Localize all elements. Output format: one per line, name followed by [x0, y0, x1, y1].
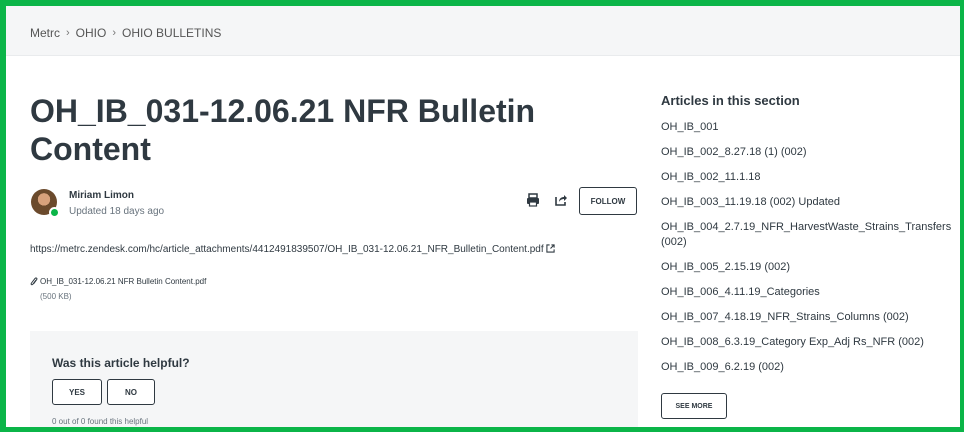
related-article-link[interactable]: OH_IB_001	[661, 120, 956, 135]
related-article-link[interactable]: OH_IB_003_11.19.18 (002) Updated	[661, 195, 956, 210]
related-article-link[interactable]: OH_IB_002_11.1.18	[661, 170, 956, 185]
related-article-link[interactable]: OH_IB_007_4.18.19_NFR_Strains_Columns (0…	[661, 310, 956, 325]
related-article-link[interactable]: OH_IB_004_2.7.19_NFR_HarvestWaste_Strain…	[661, 220, 956, 250]
related-articles-list: OH_IB_001 OH_IB_002_8.27.18 (1) (002) OH…	[661, 120, 956, 385]
no-button[interactable]: NO	[107, 379, 155, 405]
breadcrumb-item-metrc[interactable]: Metrc	[30, 26, 60, 40]
breadcrumb-item-ohio-bulletins[interactable]: OHIO BULLETINS	[122, 26, 221, 40]
author-name[interactable]: Miriam Limon	[69, 190, 134, 201]
attachment-size: (500 KB)	[40, 292, 72, 301]
article-title: OH_IB_031-12.06.21 NFR Bulletin Content	[30, 93, 536, 167]
related-article-link[interactable]: OH_IB_009_6.2.19 (002)	[661, 360, 956, 375]
breadcrumb-item-ohio[interactable]: OHIO	[76, 26, 107, 40]
breadcrumb-separator: ›	[66, 27, 70, 39]
related-article-link[interactable]: OH_IB_002_8.27.18 (1) (002)	[661, 145, 956, 160]
attachment-link[interactable]: https://metrc.zendesk.com/hc/article_att…	[30, 244, 555, 255]
share-icon[interactable]	[554, 193, 568, 207]
print-icon[interactable]	[526, 193, 540, 207]
related-article-link[interactable]: OH_IB_008_6.3.19_Category Exp_Adj Rs_NFR…	[661, 335, 956, 350]
see-more-button[interactable]: SEE MORE	[661, 393, 727, 419]
breadcrumb-separator: ›	[112, 27, 117, 39]
related-article-link[interactable]: OH_IB_006_4.11.19_Categories	[661, 285, 956, 300]
vote-question: Was this article helpful?	[52, 356, 190, 370]
sidebar-title: Articles in this section	[661, 93, 800, 108]
attachment-file-link[interactable]: OH_IB_031-12.06.21 NFR Bulletin Content.…	[40, 277, 206, 286]
breadcrumb-bar: Metrc › OHIO › OHIO BULLETINS	[6, 6, 960, 56]
yes-button[interactable]: YES	[52, 379, 102, 405]
updated-time: Updated 18 days ago	[69, 206, 165, 217]
vote-count: 0 out of 0 found this helpful	[52, 417, 149, 426]
follow-button[interactable]: FOLLOW	[579, 187, 637, 215]
related-article-link[interactable]: OH_IB_005_2.15.19 (002)	[661, 260, 956, 275]
external-link-icon	[546, 244, 555, 253]
attachment-url[interactable]: https://metrc.zendesk.com/hc/article_att…	[30, 244, 544, 255]
agent-badge-icon	[49, 207, 60, 218]
paperclip-icon	[30, 277, 38, 286]
breadcrumb: Metrc › OHIO › OHIO BULLETINS	[30, 26, 221, 40]
